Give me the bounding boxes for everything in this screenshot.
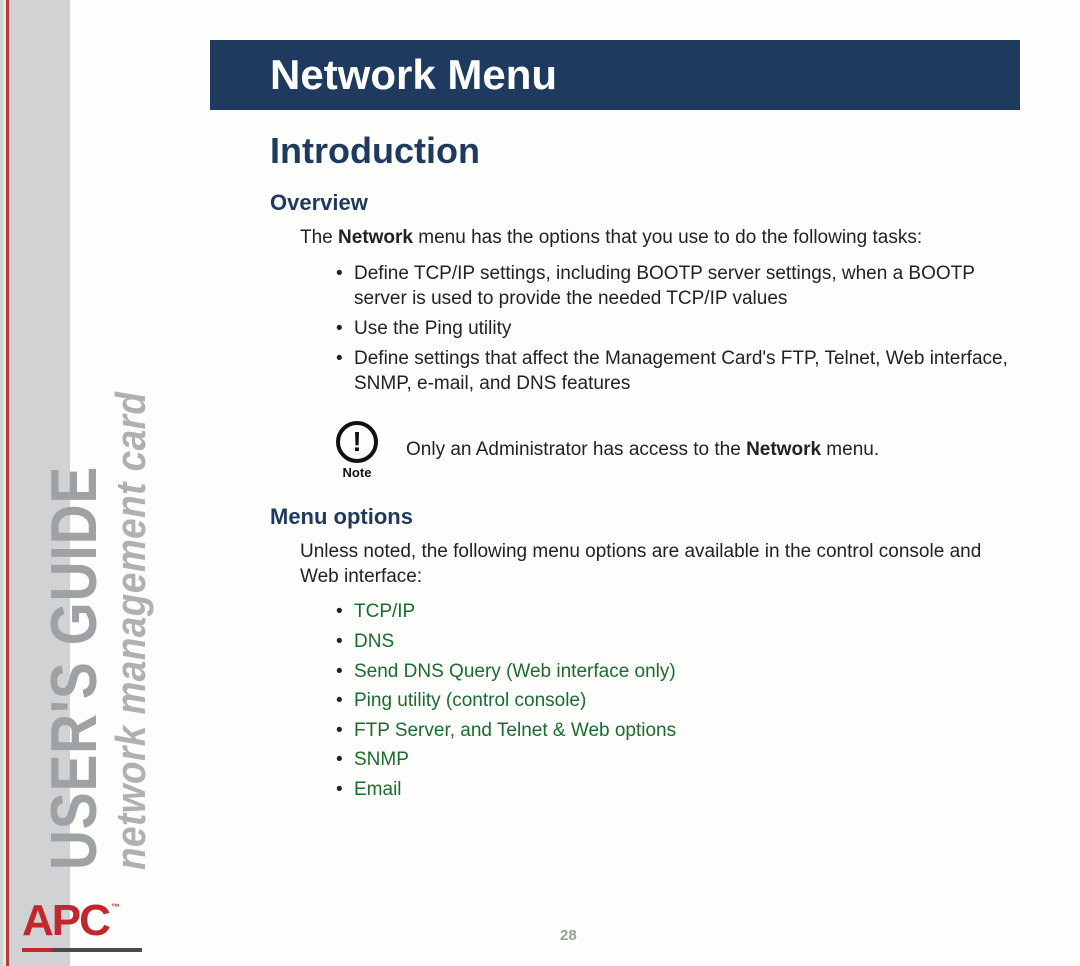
- overview-bullets: Define TCP/IP settings, including BOOTP …: [336, 261, 1010, 397]
- list-item: TCP/IP: [336, 599, 1010, 625]
- list-item: Use the Ping utility: [336, 316, 1010, 342]
- intro-pre: The: [300, 227, 338, 248]
- logo-underline-icon: [22, 948, 142, 952]
- list-item: SNMP: [336, 747, 1010, 773]
- page-number: 28: [560, 927, 577, 944]
- header-bar: Network Menu: [210, 40, 1020, 110]
- note-text: Only an Administrator has access to the …: [406, 438, 879, 463]
- note-label: Note: [343, 465, 372, 480]
- list-item: Define TCP/IP settings, including BOOTP …: [336, 261, 1010, 312]
- overview-heading: Overview: [270, 190, 1010, 216]
- list-item: Email: [336, 777, 1010, 803]
- list-item: Ping utility (control console): [336, 688, 1010, 714]
- sidebar-text: USER'S GUIDE network management card: [36, 170, 186, 870]
- list-item: DNS: [336, 629, 1010, 655]
- note-icon-wrap: ! Note: [336, 421, 378, 480]
- link-dns[interactable]: DNS: [354, 631, 394, 652]
- guide-subtitle: network management card: [107, 392, 155, 870]
- menu-options-list: TCP/IP DNS Send DNS Query (Web interface…: [336, 599, 1010, 802]
- section-title: Introduction: [270, 130, 1010, 172]
- intro-bold: Network: [338, 227, 413, 248]
- link-ftp-telnet-web[interactable]: FTP Server, and Telnet & Web options: [354, 720, 676, 741]
- logo-text: APC™: [22, 896, 116, 945]
- link-email[interactable]: Email: [354, 779, 402, 800]
- content-area: Introduction Overview The Network menu h…: [270, 130, 1010, 817]
- trademark-icon: ™: [111, 902, 118, 912]
- menu-options-intro: Unless noted, the following menu options…: [300, 540, 1010, 589]
- page: USER'S GUIDE network management card APC…: [0, 0, 1080, 966]
- list-item: Send DNS Query (Web interface only): [336, 659, 1010, 685]
- menu-options-heading: Menu options: [270, 504, 1010, 530]
- link-send-dns-query[interactable]: Send DNS Query (Web interface only): [354, 661, 676, 682]
- note-bold: Network: [746, 439, 821, 460]
- guide-title: USER'S GUIDE: [36, 466, 111, 870]
- exclamation-icon: !: [336, 421, 378, 463]
- note-post: menu.: [821, 439, 879, 460]
- link-ping-utility[interactable]: Ping utility (control console): [354, 690, 586, 711]
- intro-post: menu has the options that you use to do …: [413, 227, 922, 248]
- link-tcpip[interactable]: TCP/IP: [354, 601, 415, 622]
- list-item: FTP Server, and Telnet & Web options: [336, 718, 1010, 744]
- chapter-title: Network Menu: [270, 51, 557, 99]
- note-pre: Only an Administrator has access to the: [406, 439, 746, 460]
- list-item: Define settings that affect the Manageme…: [336, 346, 1010, 397]
- note-block: ! Note Only an Administrator has access …: [336, 421, 1010, 480]
- link-snmp[interactable]: SNMP: [354, 749, 409, 770]
- brand-logo: APC™: [22, 896, 116, 946]
- overview-intro: The Network menu has the options that yo…: [300, 226, 1010, 251]
- logo-letters: APC: [22, 896, 109, 945]
